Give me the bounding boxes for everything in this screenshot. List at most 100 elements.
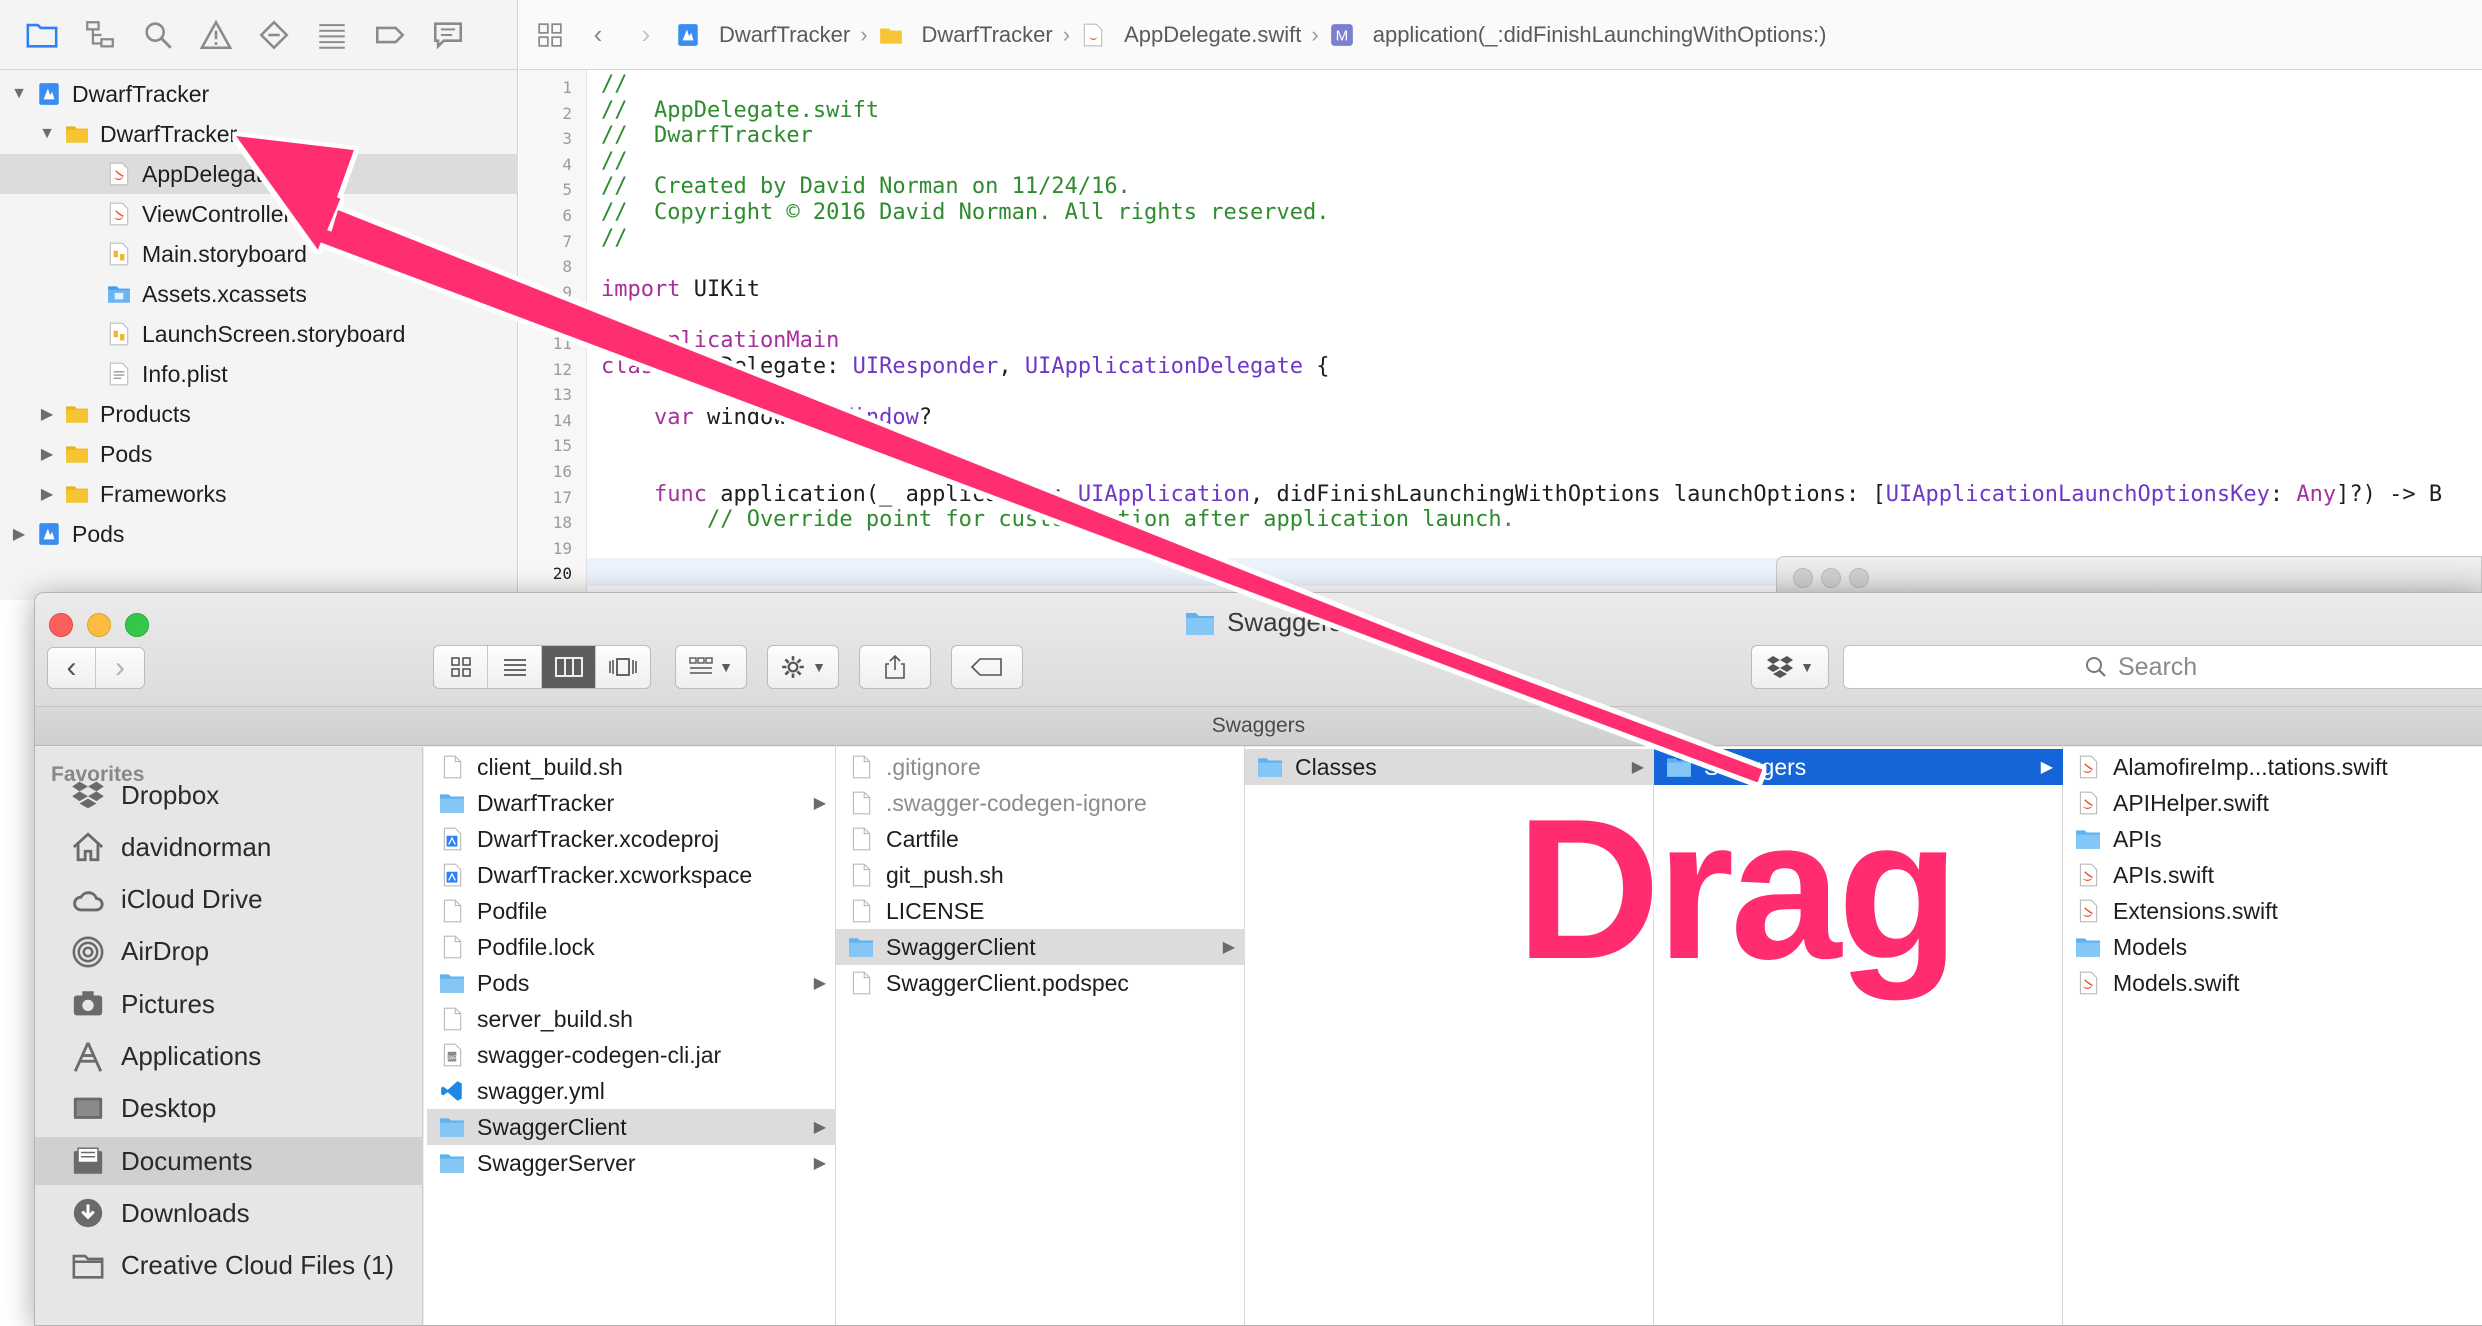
sidebar-item-label: AirDrop bbox=[121, 936, 210, 967]
file-list-item[interactable]: Extensions.swift bbox=[2063, 893, 2482, 929]
file-list-item[interactable]: git_push.sh bbox=[836, 857, 1245, 893]
file-list-item[interactable]: LICENSE bbox=[836, 893, 1245, 929]
breadcrumb-project[interactable]: DwarfTracker bbox=[675, 22, 850, 48]
sidebar-item[interactable]: Desktop bbox=[35, 1085, 423, 1133]
sidebar-item[interactable]: Creative Cloud Files (1) bbox=[35, 1242, 423, 1290]
sidebar-item[interactable]: Downloads bbox=[35, 1189, 423, 1237]
project-tree-item[interactable]: ViewController.swift bbox=[0, 194, 518, 234]
icon-view-button[interactable] bbox=[434, 646, 488, 688]
file-list-item[interactable]: JAR swagger-codegen-cli.jar bbox=[427, 1037, 836, 1073]
project-navigator-icon[interactable] bbox=[22, 15, 62, 55]
project-tree-item[interactable]: AppDelegate.swift bbox=[0, 154, 518, 194]
debug-navigator-icon[interactable] bbox=[312, 15, 352, 55]
project-tree-item[interactable]: ▼ DwarfTracker bbox=[0, 114, 518, 154]
cover-flow-button[interactable] bbox=[596, 646, 650, 688]
search-field[interactable]: Search bbox=[1843, 645, 2482, 689]
code-text: AppDelegate: bbox=[667, 353, 853, 379]
project-tree-item[interactable]: ▶ Pods bbox=[0, 514, 518, 554]
sidebar-item[interactable]: AirDrop bbox=[35, 928, 423, 976]
breadcrumb-file[interactable]: AppDelegate.swift bbox=[1080, 22, 1301, 48]
back-button[interactable]: ‹ bbox=[48, 648, 96, 688]
related-items-icon[interactable] bbox=[531, 16, 569, 54]
secondary-window-titlebar[interactable] bbox=[1776, 556, 2482, 596]
project-tree-item[interactable]: Main.storyboard bbox=[0, 234, 518, 274]
file-list-item[interactable]: client_build.sh bbox=[427, 749, 836, 785]
project-tree-item[interactable]: LaunchScreen.storyboard bbox=[0, 314, 518, 354]
dropbox-menu-button[interactable]: ▼ bbox=[1751, 645, 1829, 689]
file-list-item[interactable]: DwarfTracker.xcworkspace bbox=[427, 857, 836, 893]
action-button[interactable]: ▼ bbox=[767, 645, 839, 689]
project-tree-item[interactable]: ▶ Pods bbox=[0, 434, 518, 474]
inactive-zoom-button[interactable] bbox=[1849, 568, 1869, 588]
file-list-item[interactable]: Podfile.lock bbox=[427, 929, 836, 965]
test-navigator-icon[interactable] bbox=[254, 15, 294, 55]
project-tree-item[interactable]: ▶ Products bbox=[0, 394, 518, 434]
list-view-button[interactable] bbox=[488, 646, 542, 688]
finder-column[interactable]: AlamofireImp...tations.swift APIHelper.sw… bbox=[2063, 747, 2482, 1325]
file-list-item[interactable]: APIHelper.swift bbox=[2063, 785, 2482, 821]
arrange-button[interactable]: ▼ bbox=[675, 645, 747, 689]
issue-navigator-icon[interactable] bbox=[196, 15, 236, 55]
project-tree-item-label: Info.plist bbox=[142, 360, 228, 387]
project-tree-item[interactable]: Assets.xcassets bbox=[0, 274, 518, 314]
column-view-button[interactable] bbox=[542, 646, 596, 688]
find-navigator-icon[interactable] bbox=[138, 15, 178, 55]
sidebar-item[interactable]: davidnorman bbox=[35, 823, 423, 871]
file-list-item[interactable]: SwaggerServer ▶ bbox=[427, 1145, 836, 1181]
back-chevron-icon[interactable]: ‹ bbox=[579, 16, 617, 54]
disclosure-open-icon[interactable]: ▼ bbox=[10, 85, 28, 103]
disclosure-open-icon[interactable]: ▼ bbox=[38, 125, 56, 143]
sidebar-item[interactable]: Pictures bbox=[35, 980, 423, 1028]
file-list-item[interactable]: APIs.swift bbox=[2063, 857, 2482, 893]
breakpoint-navigator-icon[interactable] bbox=[370, 15, 410, 55]
project-navigator: ▼ DwarfTracker ▼ DwarfTracker AppDelegate.sw… bbox=[0, 70, 518, 600]
symbol-navigator-icon[interactable] bbox=[80, 15, 120, 55]
sidebar-item[interactable]: iCloud Drive bbox=[35, 876, 423, 924]
sidebar-item[interactable]: Documents bbox=[35, 1137, 423, 1186]
file-list-item[interactable]: DwarfTracker ▶ bbox=[427, 785, 836, 821]
project-tree-item[interactable]: ▼ DwarfTracker bbox=[0, 74, 518, 114]
file-list-item[interactable]: SwaggerClient ▶ bbox=[427, 1109, 836, 1145]
project-tree-item[interactable]: Info.plist bbox=[0, 354, 518, 394]
breadcrumb-method[interactable]: M application(_:didFinishLaunchingWithOp… bbox=[1329, 22, 1826, 48]
disclosure-closed-icon[interactable]: ▶ bbox=[38, 485, 56, 503]
finder-column[interactable]: .gitignore .swagger-codegen-ignore Cartfil… bbox=[836, 747, 1245, 1325]
file-list-item[interactable]: .gitignore bbox=[836, 749, 1245, 785]
inactive-minimize-button[interactable] bbox=[1821, 568, 1841, 588]
inactive-close-button[interactable] bbox=[1793, 568, 1813, 588]
file-list-item[interactable]: APIs bbox=[2063, 821, 2482, 857]
sidebar-item[interactable]: Dropbox bbox=[35, 771, 423, 819]
source-editor[interactable]: 1 2 3 4 5 6 7 8 9 10 11 12 13 14 15 16 17 18 19 20 //// App… bbox=[519, 70, 2482, 600]
disclosure-closed-icon[interactable]: ▶ bbox=[10, 525, 28, 543]
storyboard-icon bbox=[106, 241, 132, 267]
file-list-item[interactable]: Podfile bbox=[427, 893, 836, 929]
line-number: 5 bbox=[562, 180, 572, 200]
file-list-item[interactable]: Models bbox=[2063, 929, 2482, 965]
file-list-item[interactable]: Models.swift bbox=[2063, 965, 2482, 1001]
report-navigator-icon[interactable] bbox=[428, 15, 468, 55]
project-tree-item[interactable]: ▶ Frameworks bbox=[0, 474, 518, 514]
minimize-button[interactable] bbox=[87, 613, 111, 637]
file-list-item[interactable]: SwaggerClient ▶ bbox=[836, 929, 1245, 965]
sidebar-item[interactable]: Applications bbox=[35, 1033, 423, 1081]
finder-column[interactable]: client_build.sh DwarfTracker ▶ DwarfTracker… bbox=[427, 747, 836, 1325]
disclosure-triangle-icon: ▶ bbox=[813, 1119, 826, 1136]
forward-button[interactable]: › bbox=[96, 648, 144, 688]
file-list-item[interactable]: .swagger-codegen-ignore bbox=[836, 785, 1245, 821]
file-list-item[interactable]: server_build.sh bbox=[427, 1001, 836, 1037]
forward-chevron-icon[interactable]: › bbox=[627, 16, 665, 54]
edit-tags-button[interactable] bbox=[951, 645, 1023, 689]
file-list-item[interactable]: Cartfile bbox=[836, 821, 1245, 857]
zoom-button[interactable] bbox=[125, 613, 149, 637]
file-list-item[interactable]: swagger.yml bbox=[427, 1073, 836, 1109]
breadcrumb-group[interactable]: DwarfTracker bbox=[878, 22, 1053, 48]
disclosure-closed-icon[interactable]: ▶ bbox=[38, 445, 56, 463]
file-list-item[interactable]: SwaggerClient.podspec bbox=[836, 965, 1245, 1001]
code-line: // bbox=[601, 149, 628, 174]
file-list-item[interactable]: AlamofireImp...tations.swift bbox=[2063, 749, 2482, 785]
share-button[interactable] bbox=[859, 645, 931, 689]
close-button[interactable] bbox=[49, 613, 73, 637]
disclosure-closed-icon[interactable]: ▶ bbox=[38, 405, 56, 423]
file-list-item[interactable]: Pods ▶ bbox=[427, 965, 836, 1001]
file-list-item[interactable]: DwarfTracker.xcodeproj bbox=[427, 821, 836, 857]
